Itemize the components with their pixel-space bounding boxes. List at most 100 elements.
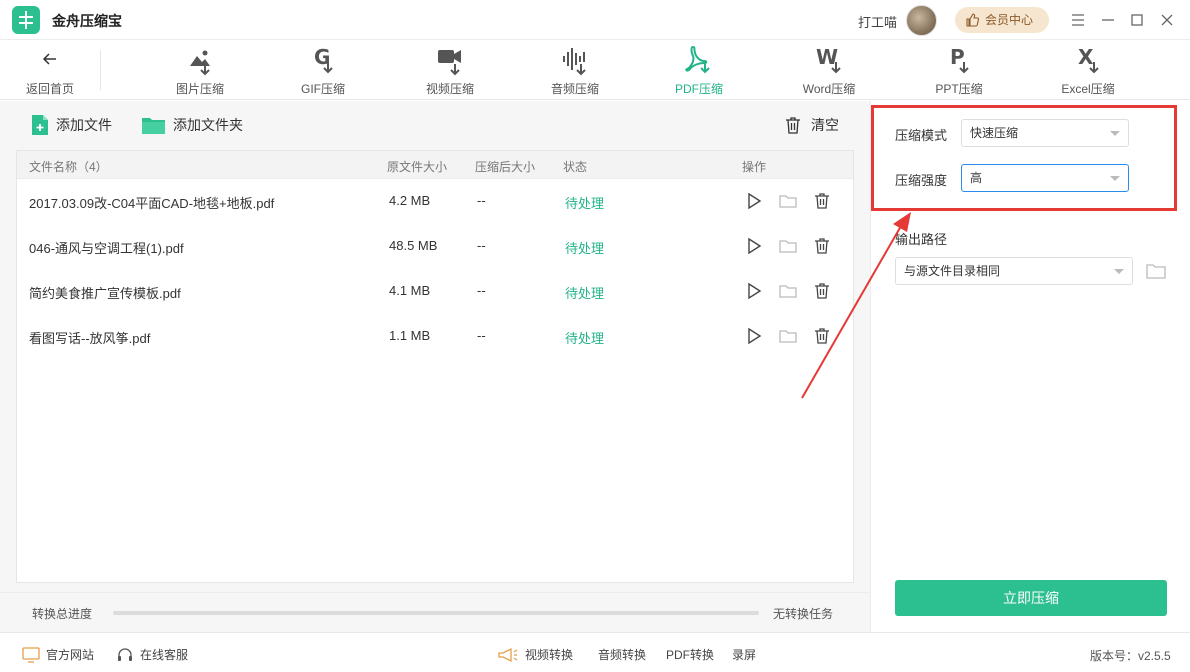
compressed-size: -- xyxy=(477,283,486,298)
header-original-size: 原文件大小 xyxy=(387,160,448,174)
tab-pdf-compress[interactable]: PDF压缩 xyxy=(644,40,754,100)
svg-text:W: W xyxy=(816,45,838,69)
add-folder-label: 添加文件夹 xyxy=(173,117,243,133)
compress-now-button[interactable]: 立即压缩 xyxy=(895,580,1167,616)
back-arrow-icon xyxy=(42,53,56,65)
headset-icon xyxy=(118,647,132,661)
app-name: 金舟压缩宝 xyxy=(52,13,122,29)
tab-label: Word压缩 xyxy=(802,82,856,96)
online-support-link[interactable]: 在线客服 xyxy=(116,646,188,663)
toolbar-divider xyxy=(100,50,101,90)
file-name: 看图写话--放风筝.pdf xyxy=(29,331,151,346)
tab-label: Excel压缩 xyxy=(1061,82,1115,96)
compressed-size: -- xyxy=(477,193,486,208)
original-size: 4.2 MB xyxy=(389,193,431,208)
trash-icon[interactable] xyxy=(812,191,832,211)
file-table: 文件名称（4） 原文件大小 压缩后大小 状态 操作 2017.03.09改-C0… xyxy=(16,150,854,583)
compressed-size: -- xyxy=(477,328,486,343)
output-path-select[interactable]: 与源文件目录相同 xyxy=(895,257,1133,285)
trash-icon[interactable] xyxy=(812,326,832,346)
folder-icon[interactable] xyxy=(778,281,798,301)
image-compress-icon xyxy=(190,50,210,76)
tab-word-compress[interactable]: W Word压缩 xyxy=(774,40,884,100)
pdf-compress-icon xyxy=(685,45,710,74)
clear-label: 清空 xyxy=(811,117,839,133)
folder-icon[interactable] xyxy=(1145,261,1167,281)
vip-center-button[interactable]: 会员中心 xyxy=(955,7,1049,33)
file-name: 简约美食推广宣传模板.pdf xyxy=(29,286,181,301)
tab-gif-compress[interactable]: G GIF压缩 xyxy=(268,40,378,100)
user-name[interactable]: 打工喵 xyxy=(858,12,897,31)
file-panel: 添加文件 添加文件夹 清空 文件名称（4） 原文件大小 压缩后大小 状态 操作 … xyxy=(0,101,870,592)
folder-icon[interactable] xyxy=(778,326,798,346)
add-folder-button[interactable]: 添加文件夹 xyxy=(141,113,243,137)
tab-excel-compress[interactable]: X Excel压缩 xyxy=(1033,40,1143,100)
tab-label: 音频压缩 xyxy=(550,82,599,96)
official-website-link[interactable]: 官方网站 xyxy=(22,646,94,663)
file-name: 2017.03.09改-C04平面CAD-地毯+地板.pdf xyxy=(29,196,275,211)
megaphone-icon xyxy=(498,647,518,662)
status-badge: 待处理 xyxy=(565,241,605,256)
menu-icon[interactable] xyxy=(1068,10,1088,30)
table-header: 文件名称（4） 原文件大小 压缩后大小 状态 操作 xyxy=(17,151,853,179)
audio-compress-icon xyxy=(563,48,586,76)
add-folder-icon xyxy=(142,118,165,134)
svg-text:P: P xyxy=(950,45,965,69)
play-icon[interactable] xyxy=(744,281,764,301)
table-row: 046-通风与空调工程(1).pdf 48.5 MB -- 待处理 xyxy=(17,224,853,269)
add-file-button[interactable]: 添加文件 xyxy=(30,113,112,137)
maximize-icon[interactable] xyxy=(1127,10,1147,30)
tab-label: 图片压缩 xyxy=(175,82,224,96)
tool-bar: 返回首页 图片压缩 G GIF压缩 视频压缩 音频压缩 PDF压缩 W Word… xyxy=(0,40,1190,100)
excel-compress-icon: X xyxy=(1078,45,1099,74)
table-row: 看图写话--放风筝.pdf 1.1 MB -- 待处理 xyxy=(17,314,853,359)
annotation-highlight-box xyxy=(871,105,1177,211)
back-home-button[interactable]: 返回首页 xyxy=(15,40,85,100)
minimize-icon[interactable] xyxy=(1098,10,1118,30)
progress-area: 转换总进度 无转换任务 xyxy=(0,592,870,632)
progress-status: 无转换任务 xyxy=(773,607,834,621)
output-path-label: 输出路径 xyxy=(895,232,948,247)
header-operation: 操作 xyxy=(742,160,767,174)
gif-compress-icon: G xyxy=(314,45,333,74)
pdf-convert-link[interactable]: PDF转换 xyxy=(666,646,714,663)
pdf-convert-label: PDF转换 xyxy=(666,648,715,662)
tab-image-compress[interactable]: 图片压缩 xyxy=(145,40,255,100)
avatar[interactable] xyxy=(906,5,937,36)
vip-center-label: 会员中心 xyxy=(985,13,1034,27)
video-convert-link[interactable]: 视频转换 xyxy=(497,646,573,663)
tab-label: 视频压缩 xyxy=(425,82,474,96)
add-file-label: 添加文件 xyxy=(56,117,112,133)
tab-label: PPT压缩 xyxy=(935,82,983,96)
trash-icon xyxy=(786,117,800,134)
trash-icon[interactable] xyxy=(812,281,832,301)
clear-button[interactable]: 清空 xyxy=(785,113,839,137)
back-home-label: 返回首页 xyxy=(25,82,74,96)
thumbs-up-icon xyxy=(966,13,979,27)
folder-icon[interactable] xyxy=(778,236,798,256)
output-path-value: 与源文件目录相同 xyxy=(904,264,1001,278)
video-convert-label: 视频转换 xyxy=(525,648,574,662)
app-logo xyxy=(12,6,40,34)
status-badge: 待处理 xyxy=(565,331,605,346)
tab-ppt-compress[interactable]: P PPT压缩 xyxy=(904,40,1014,100)
play-icon[interactable] xyxy=(744,326,764,346)
play-icon[interactable] xyxy=(744,236,764,256)
trash-icon[interactable] xyxy=(812,236,832,256)
folder-icon[interactable] xyxy=(778,191,798,211)
tab-label: GIF压缩 xyxy=(301,82,345,96)
word-compress-icon: W xyxy=(816,45,841,74)
screen-record-label: 录屏 xyxy=(732,648,757,662)
screen-record-link[interactable]: 录屏 xyxy=(732,646,756,663)
tab-video-compress[interactable]: 视频压缩 xyxy=(395,40,505,100)
audio-convert-label: 音频转换 xyxy=(598,648,647,662)
tab-audio-compress[interactable]: 音频压缩 xyxy=(520,40,630,100)
footer: 官方网站 在线客服 视频转换 音频转换 PDF转换 录屏 版本号：v2.5.5 xyxy=(0,632,1190,672)
audio-convert-link[interactable]: 音频转换 xyxy=(598,646,646,663)
tab-label: PDF压缩 xyxy=(674,82,723,96)
play-icon[interactable] xyxy=(744,191,764,211)
progress-label: 转换总进度 xyxy=(32,607,93,621)
header-status: 状态 xyxy=(563,160,588,174)
monitor-icon xyxy=(22,646,40,663)
close-icon[interactable] xyxy=(1157,10,1177,30)
